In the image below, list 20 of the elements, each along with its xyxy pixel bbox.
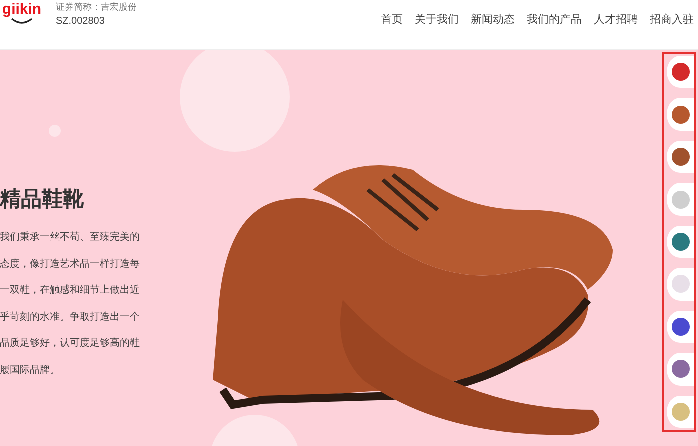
smile-icon [11,18,33,25]
nav-link[interactable]: 首页 [381,12,403,27]
nav-link[interactable]: 关于我们 [415,12,459,27]
nav-link[interactable]: 人才招聘 [594,12,638,27]
product-thumbnail[interactable] [667,396,694,428]
stock-name: 证券简称：吉宏股份 [56,2,137,14]
product-thumbnail[interactable] [667,56,694,88]
product-thumbnail[interactable] [667,268,694,301]
nav-link[interactable]: 我们的产品 [527,12,582,27]
product-thumbnail[interactable] [667,98,694,131]
stock-code: SZ.002803 [56,16,106,27]
hero-description: 我们秉承一丝不苟、至臻完美的态度，像打造艺术品一样打造每一双鞋，在触感和细节上做出近乎苛刻的水准。争取打造出一个品质足够好，认可度足够高的鞋履国际品牌。 [0,230,141,378]
logo-text[interactable]: giikin [2,2,42,18]
product-thumbnail[interactable] [667,183,694,216]
product-thumbnail[interactable] [667,140,694,174]
product-thumbnail[interactable] [667,310,694,344]
nav-link[interactable]: 新闻动态 [471,12,515,27]
product-thumbnail[interactable] [667,353,694,386]
nav-link[interactable]: 招商入驻 [650,12,694,27]
product-thumbnail[interactable] [667,226,694,258]
